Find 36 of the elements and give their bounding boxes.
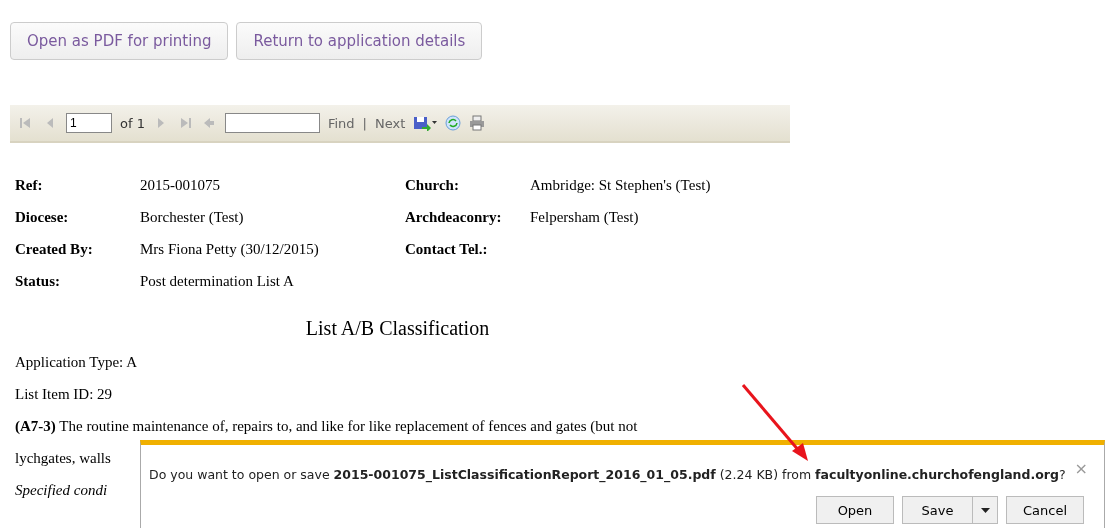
field-label: Ref: [15, 176, 44, 195]
field-label: Diocese: [15, 208, 70, 227]
separator: | [362, 115, 367, 131]
field-label: Archdeaconry: [405, 208, 503, 227]
report-text: Specified condi [15, 481, 109, 500]
page-count: of 1 [120, 115, 145, 131]
report-text: lychgates, walls [15, 449, 112, 468]
open-button[interactable]: Open [816, 496, 894, 524]
field-value: Ambridge: St Stephen's (Test) [530, 176, 712, 195]
caret-icon [980, 507, 990, 513]
open-pdf-button[interactable]: Open as PDF for printing [10, 22, 229, 60]
field-label: Contact Tel.: [405, 240, 489, 259]
field-label: Church: [405, 176, 460, 195]
report-text: Application Type: A [15, 353, 138, 372]
page-field[interactable]: 1 [66, 113, 112, 133]
close-button[interactable]: × [1074, 459, 1088, 478]
report-text: List Item ID: 29 [15, 385, 114, 404]
field-value: Felpersham (Test) [530, 208, 640, 227]
save-disk-icon[interactable] [413, 115, 438, 131]
field-label: Status: [15, 272, 61, 291]
field-value: 2015-001075 [140, 176, 221, 195]
find-field[interactable] [224, 113, 320, 133]
download-message: Do you want to open or save 2015-001075_ListClassificationReport_2016_01_05.pdf (2.24 KB) from facultyonline.churchofengland.org? [149, 467, 1066, 482]
field-value: Post determination List A [140, 272, 295, 291]
section-heading: List A/B Classification [304, 317, 491, 340]
refresh-icon[interactable] [445, 115, 462, 131]
next-link[interactable]: Next [374, 115, 406, 131]
report-text: (A7-3) The routine maintenance of, repairs to, and like for like replacement of fences and gates (but not [15, 417, 639, 436]
cancel-button[interactable]: Cancel [1006, 496, 1084, 524]
field-value: Borchester (Test) [140, 208, 245, 227]
field-label: Created By: [15, 240, 94, 259]
return-button[interactable]: Return to application details [236, 22, 483, 60]
printer-icon[interactable] [469, 115, 486, 131]
find-link[interactable]: Find [327, 115, 355, 131]
save-button[interactable]: Save [903, 497, 973, 523]
field-value: Mrs Fiona Petty (30/12/2015) [140, 240, 320, 259]
